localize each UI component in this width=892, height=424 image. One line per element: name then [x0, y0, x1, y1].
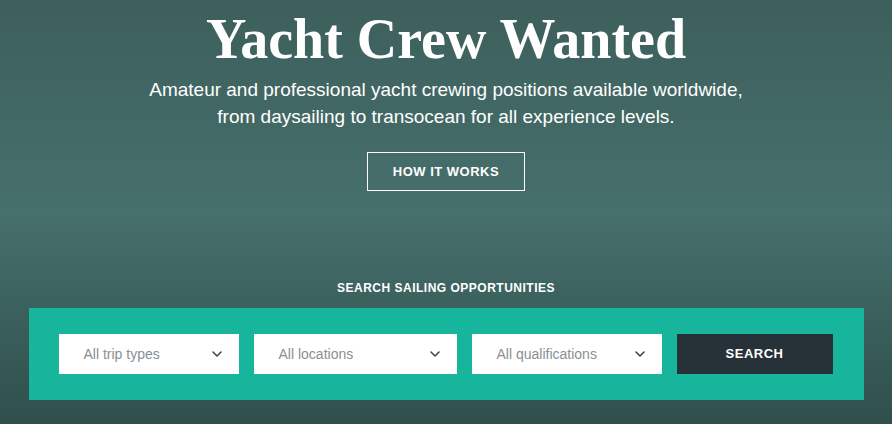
filter-select[interactable]: All trip types [59, 334, 239, 374]
filter-placeholder: All trip types [84, 344, 160, 365]
chevron-down-icon [427, 346, 443, 362]
search-button[interactable]: SEARCH [677, 334, 833, 374]
chevron-down-icon [632, 346, 648, 362]
filter-placeholder: All locations [279, 344, 354, 365]
chevron-down-icon [209, 346, 225, 362]
filter-placeholder: All qualifications [497, 344, 597, 365]
filter-select[interactable]: All locations [254, 334, 457, 374]
hero-title: Yacht Crew Wanted [206, 8, 686, 70]
search-panel: All trip types All locations All qualifica… [29, 308, 864, 400]
hero-section: Yacht Crew Wanted Amateur and professiona… [0, 0, 892, 424]
filter-select[interactable]: All qualifications [472, 334, 662, 374]
hero-subtitle: Amateur and professional yacht crewing p… [146, 76, 746, 130]
how-it-works-button[interactable]: HOW IT WORKS [367, 152, 525, 191]
search-heading: SEARCH SAILING OPPORTUNITIES [337, 280, 555, 296]
